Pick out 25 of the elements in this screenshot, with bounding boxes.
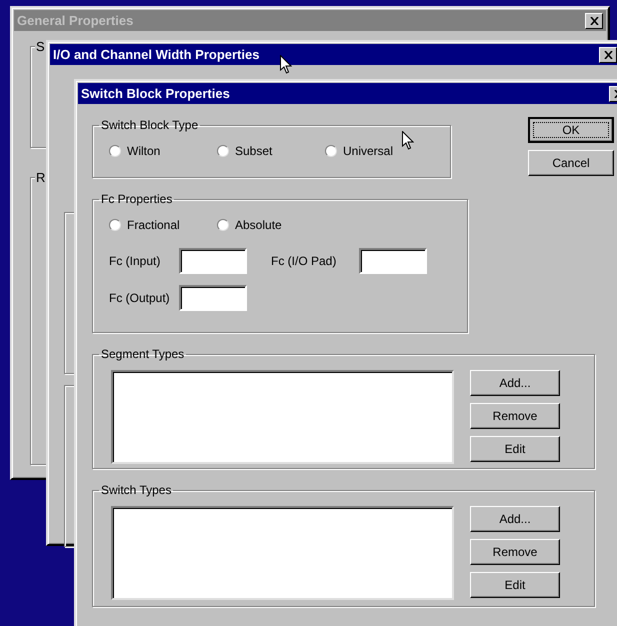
window-title: General Properties: [17, 13, 134, 28]
window-title: I/O and Channel Width Properties: [53, 47, 260, 62]
field-label: Fc (Input): [109, 254, 162, 268]
list-button[interactable]: Add...: [470, 506, 560, 532]
dialog-button[interactable]: OK: [528, 117, 614, 143]
radio-option[interactable]: Subset: [217, 144, 325, 158]
group-label: Segment Types: [100, 347, 186, 361]
window-title: Switch Block Properties: [81, 86, 230, 101]
radio-option[interactable]: Wilton: [109, 144, 217, 158]
field-label: Fc (Output): [109, 291, 171, 305]
group-label: S: [35, 39, 46, 54]
radio-option[interactable]: Universal: [325, 144, 433, 158]
list-button[interactable]: Remove: [470, 403, 560, 429]
dialog-button[interactable]: Cancel: [528, 150, 614, 176]
radio-option[interactable]: Absolute: [217, 218, 325, 232]
list-button[interactable]: Edit: [470, 436, 560, 462]
field-label: Fc (I/O Pad): [271, 254, 338, 268]
list-button[interactable]: Edit: [470, 572, 560, 598]
group-label: R: [35, 170, 46, 185]
group-label: Fc Properties: [100, 192, 174, 206]
radio-option[interactable]: Fractional: [109, 218, 217, 232]
group-label: Switch Types: [100, 483, 172, 497]
list-button[interactable]: Add...: [470, 370, 560, 396]
list-button[interactable]: Remove: [470, 539, 560, 565]
group-label: Switch Block Type: [100, 118, 200, 132]
